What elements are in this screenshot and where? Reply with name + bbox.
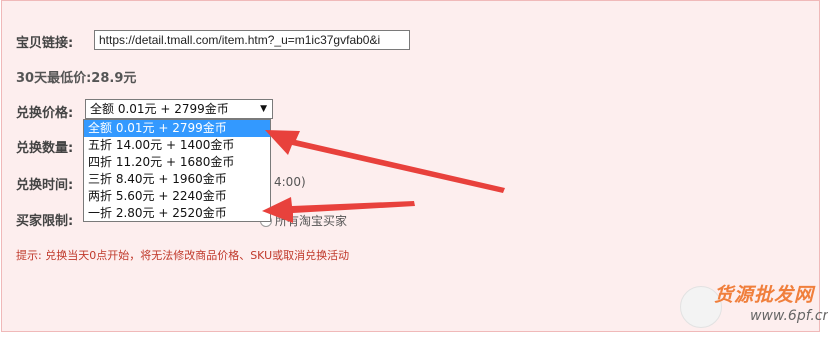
arrow-upper-icon [265,130,505,193]
watermark-text: 货源批发网 [714,284,815,306]
watermark-url: www.6pf.cn [750,308,828,324]
site-watermark: 货源批发网 www.6pf.cn [676,272,828,334]
arrow-lower-icon [262,197,415,223]
